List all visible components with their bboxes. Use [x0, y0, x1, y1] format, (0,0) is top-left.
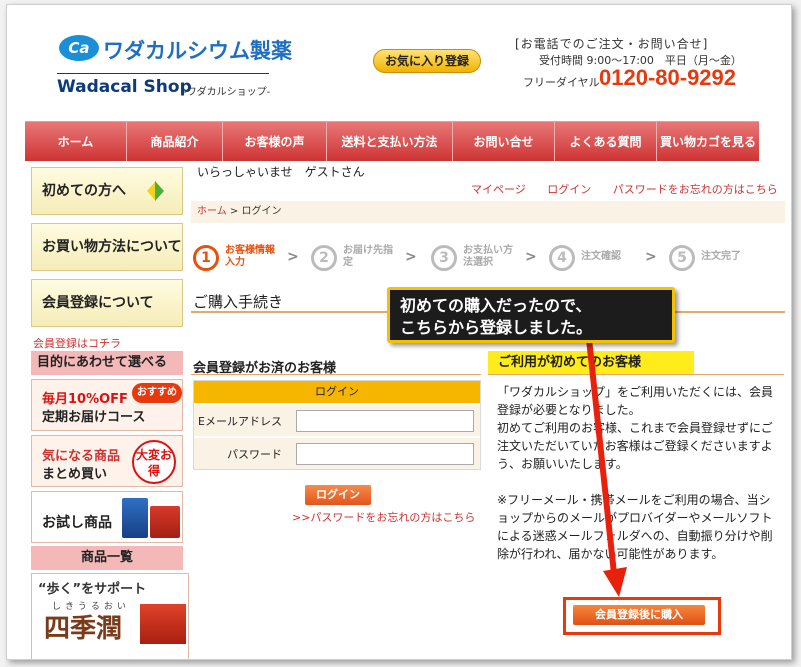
- email-row: Eメールアドレス: [194, 404, 480, 436]
- sidebar-first-time[interactable]: 初めての方へ: [31, 167, 183, 215]
- callout-line2: こちらから登録しました。: [400, 318, 593, 337]
- nav-products[interactable]: 商品紹介: [127, 122, 223, 161]
- login-form: ログイン Eメールアドレス パスワード: [193, 380, 481, 470]
- sidebar-purpose-head: 目的にあわせて選べる: [31, 351, 183, 375]
- sidebar-card-subscription[interactable]: 毎月10%OFF 定期お届けコース おすすめ: [31, 379, 183, 431]
- step-1-label: お客様情報入力: [225, 245, 275, 268]
- step-arrow-icon: >: [645, 249, 657, 265]
- step-2-label: お届け先指定: [343, 245, 393, 268]
- step-2-number: 2: [311, 245, 337, 271]
- main-nav: ホーム 商品紹介 お客様の声 送料と支払い方法 お問い合せ よくある質問 買い物…: [25, 121, 759, 161]
- page-title: ご購入手続き: [193, 293, 284, 311]
- card3-label: お試し商品: [42, 515, 112, 531]
- login-button[interactable]: ログイン: [305, 485, 371, 505]
- nav-shipping[interactable]: 送料と支払い方法: [327, 122, 453, 161]
- welcome-text: いらっしゃいませ ゲストさん: [197, 165, 365, 179]
- nav-faq[interactable]: よくある質問: [555, 122, 657, 161]
- logo-icon[interactable]: Ca: [59, 35, 99, 61]
- logo-divider: [57, 73, 269, 74]
- breadcrumb: ホーム > ログイン: [191, 201, 785, 223]
- nav-voices[interactable]: お客様の声: [223, 122, 327, 161]
- password-label: パスワード: [227, 448, 282, 461]
- step-1-number: 1: [193, 245, 219, 271]
- logo-subtitle: -ワダカルショップ-: [183, 87, 271, 98]
- card2-line2: まとめ買い: [42, 467, 108, 482]
- card1-line2: 定期お届けコース: [42, 410, 146, 425]
- beginner-leaf-icon: [155, 181, 164, 201]
- sidebar-card-bulk[interactable]: 気になる商品 まとめ買い 大変お得: [31, 435, 183, 487]
- page-frame: Ca ワダカルシウム製薬 Wadacal Shop -ワダカルショップ- お気に…: [6, 4, 792, 660]
- new-customer-p3: ※フリーメール・携帯メールをご利用の場合、当ショップからのメールがプロバイダーや…: [497, 493, 773, 561]
- promo-product-name: 四季潤: [44, 614, 123, 644]
- step-arrow-icon: >: [525, 249, 537, 265]
- favorite-button[interactable]: お気に入り登録: [373, 49, 481, 73]
- email-input[interactable]: [296, 410, 474, 432]
- sidebar-member-link[interactable]: 会員登録はコチラ: [33, 335, 121, 351]
- email-label: Eメールアドレス: [198, 415, 282, 428]
- logo-text-jp[interactable]: ワダカルシウム製薬: [103, 35, 292, 65]
- login-link[interactable]: ログイン: [547, 183, 591, 196]
- sidebar-promo-banner[interactable]: “歩く”をサポート しきうるおい 四季潤: [31, 573, 189, 659]
- register-button[interactable]: 会員登録後に購入: [573, 605, 705, 625]
- step-3-number: 3: [431, 245, 457, 271]
- recommend-badge: おすすめ: [132, 383, 182, 403]
- sidebar-how-to-buy[interactable]: お買い物方法について: [31, 223, 183, 271]
- annotation-callout: 初めての購入だったので、 こちらから登録しました。: [387, 287, 675, 343]
- step-arrow-icon: >: [287, 249, 299, 265]
- step-5-label: 注文完了: [701, 251, 741, 262]
- sidebar-product-list[interactable]: 商品一覧: [31, 546, 183, 570]
- step-arrow-icon: >: [405, 249, 417, 265]
- new-customer-p1: 「ワダカルショップ」をご利用いただくには、会員登録が必要となりました。: [497, 385, 774, 417]
- tel-heading: [お電話でのご注文・お問い合せ]: [515, 37, 709, 51]
- nav-home[interactable]: ホーム: [25, 122, 127, 161]
- sidebar-member-reg[interactable]: 会員登録について: [31, 279, 183, 327]
- forgot-password-link-2[interactable]: >>パスワードをお忘れの方はこちら: [292, 509, 475, 525]
- annotation-arrow-icon: [586, 336, 627, 597]
- mypage-link[interactable]: マイページ: [471, 183, 526, 196]
- members-underline: [191, 374, 481, 375]
- callout-line1: 初めての購入だったので、: [400, 296, 592, 315]
- login-form-head: ログイン: [194, 381, 480, 403]
- bargain-badge: 大変お得: [132, 440, 176, 484]
- step-4-label: 注文確認: [581, 251, 621, 262]
- step-5-number: 5: [669, 245, 695, 271]
- product-box-image: [122, 498, 148, 538]
- card1-line1: 毎月10%OFF: [42, 392, 128, 407]
- account-links: マイページ ログイン パスワードをお忘れの方はこちら: [453, 181, 778, 197]
- step-3-label: お支払い方法選択: [463, 245, 513, 268]
- promo-product-image: [140, 604, 186, 644]
- step-4-number: 4: [549, 245, 575, 271]
- new-customer-text: 「ワダカルショップ」をご利用いただくには、会員登録が必要となりました。 初めてご…: [497, 383, 781, 563]
- new-customer-p2: 初めてご利用のお客様、これまで会員登録せずにご注文いただいていたお客様はご登録く…: [497, 421, 773, 471]
- checkout-steps: 1 お客様情報入力 > 2 お届け先指定 > 3 お支払い方法選択 > 4 注文…: [191, 243, 785, 277]
- password-input[interactable]: [296, 443, 474, 465]
- forgot-password-link[interactable]: パスワードをお忘れの方はこちら: [613, 183, 778, 196]
- sidebar-card-trial[interactable]: お試し商品: [31, 491, 183, 543]
- promo-title: “歩く”をサポート: [38, 582, 147, 597]
- tel-number: 0120-80-9292: [599, 65, 737, 90]
- product-pack-image: [150, 506, 180, 538]
- breadcrumb-current: ログイン: [241, 206, 282, 217]
- card2-line1: 気になる商品: [42, 449, 121, 464]
- sidebar-first-time-label: 初めての方へ: [42, 183, 126, 199]
- breadcrumb-home[interactable]: ホーム: [197, 206, 227, 217]
- logo-text-en[interactable]: Wadacal Shop: [57, 77, 192, 97]
- tel-free-label: フリーダイヤル: [523, 76, 600, 89]
- password-row: パスワード: [194, 437, 480, 469]
- nav-cart[interactable]: 買い物カゴを見る: [657, 122, 759, 161]
- nav-contact[interactable]: お問い合せ: [453, 122, 555, 161]
- breadcrumb-sep: >: [226, 206, 242, 217]
